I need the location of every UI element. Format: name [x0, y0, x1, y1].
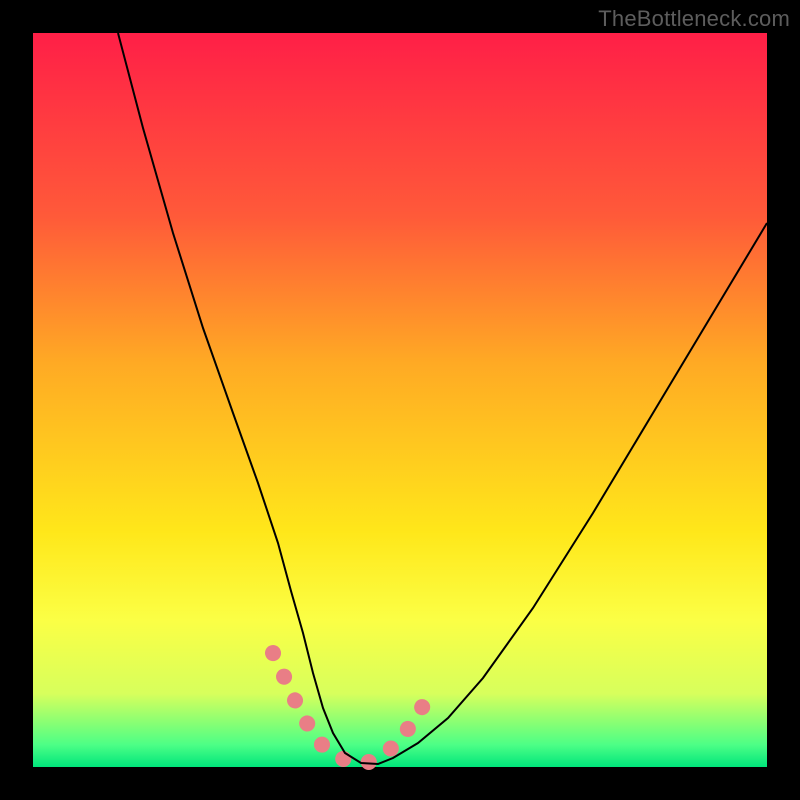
series-pink-dots [273, 653, 431, 762]
curve-layer [33, 33, 767, 767]
series-black-curve [118, 33, 767, 764]
plot-area [33, 33, 767, 767]
watermark-text: TheBottleneck.com [598, 6, 790, 32]
chart-frame: TheBottleneck.com [0, 0, 800, 800]
